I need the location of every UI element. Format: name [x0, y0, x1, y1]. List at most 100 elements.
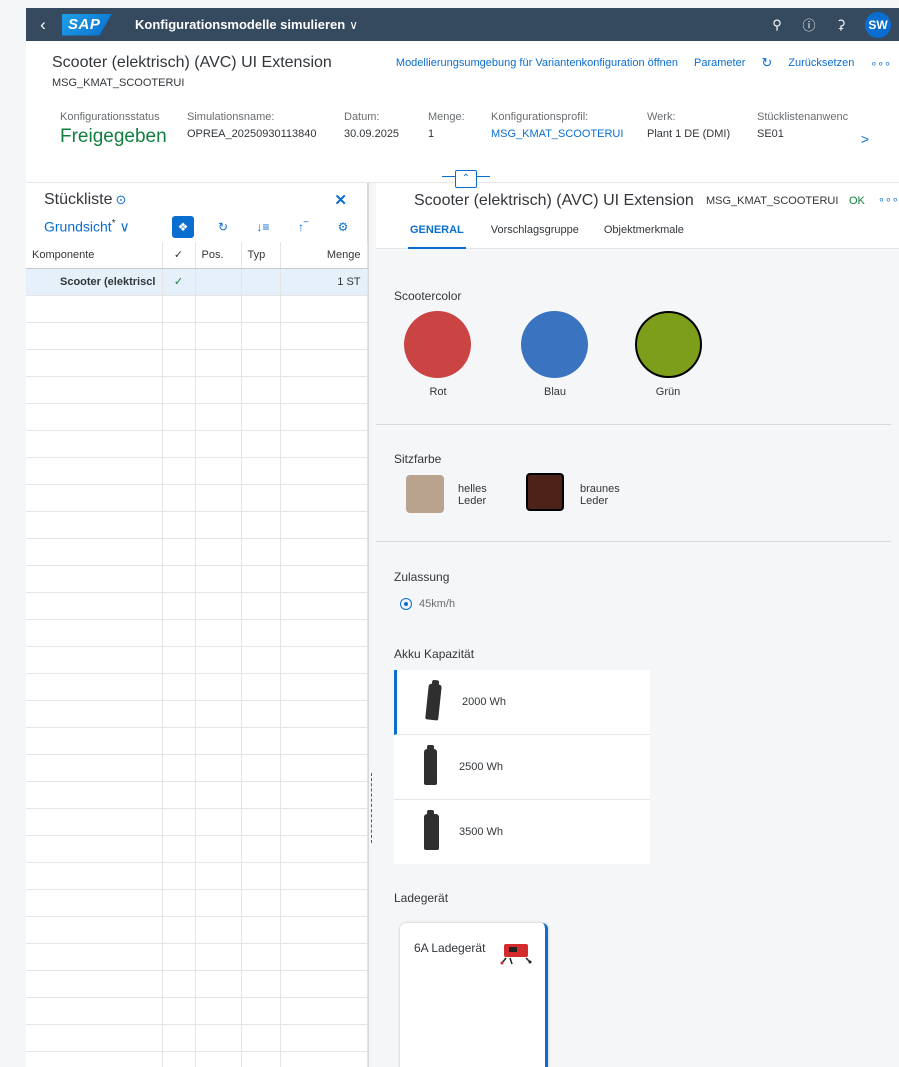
table-cell-empty [241, 538, 281, 566]
table-cell-empty [195, 1051, 242, 1067]
attr-bom-usage: Stücklistenanwenc SE01 [757, 111, 872, 140]
table-cell-empty [280, 1024, 368, 1052]
table-cell-empty [162, 511, 196, 539]
table-cell-empty [195, 808, 242, 836]
attr-plant: Werk: Plant 1 DE (DMI) [647, 111, 730, 140]
close-icon[interactable]: ✕ [334, 191, 347, 209]
sort-ascending-icon[interactable]: ↓≡ [243, 216, 283, 238]
table-cell-empty [280, 322, 368, 350]
table-cell-empty [195, 457, 242, 485]
cell-component: Scooter (elektriscl [26, 268, 163, 296]
table-row-empty [26, 619, 368, 647]
radio-45kmh[interactable] [400, 598, 412, 610]
col-header-type[interactable]: Typ [241, 242, 281, 269]
attr-value: 1 [428, 128, 435, 140]
avatar[interactable]: SW [865, 11, 891, 38]
seat-swatch-helles-leder[interactable] [406, 475, 444, 513]
search-icon[interactable]: ⚲ [763, 17, 791, 33]
config-code: MSG_KMAT_SCOOTERUI [706, 195, 839, 207]
table-cell-empty [241, 916, 281, 944]
col-header-pos[interactable]: Pos. [195, 242, 242, 269]
splitter-grip[interactable] [371, 773, 373, 843]
chevron-right-icon[interactable]: > [861, 131, 869, 147]
zulassung-label: Zulassung [394, 570, 450, 584]
refresh-icon[interactable]: ↻ [203, 216, 243, 238]
hierarchy-icon[interactable]: ❖ [172, 216, 194, 238]
parameter-link[interactable]: Parameter [694, 57, 745, 69]
bom-title-text: Stückliste [44, 191, 113, 208]
charger-card[interactable]: 6A Ladegerät [400, 923, 548, 1067]
collapse-header-button[interactable]: ⌃ [455, 170, 477, 188]
battery-icon [424, 745, 437, 785]
tab-general[interactable]: GENERAL [408, 224, 466, 249]
akku-option-2500[interactable]: 2500 Wh [394, 735, 650, 800]
config-profile-link[interactable]: MSG_KMAT_SCOOTERUI [491, 128, 623, 140]
akku-option-3500[interactable]: 3500 Wh [394, 800, 650, 865]
tab-objektmerkmale[interactable]: Objektmerkmale [604, 224, 684, 249]
color-swatch-blau[interactable] [521, 311, 588, 378]
table-cell-empty [280, 565, 368, 593]
col-header-component[interactable]: Komponente [26, 242, 163, 269]
expand-circle-icon[interactable]: ⊙ [115, 192, 126, 207]
table-cell-empty [280, 619, 368, 647]
col-header-check[interactable]: ✓ [162, 242, 196, 269]
cell-type [241, 268, 281, 296]
table-cell-empty [280, 646, 368, 674]
view-selector[interactable]: Grundsicht* ∨ [44, 218, 130, 236]
table-cell-empty [241, 889, 281, 917]
shell-actions: ⚲ ⓘ ⚳ SW [763, 11, 899, 38]
table-cell-empty [241, 349, 281, 377]
attr-config-status: Konfigurationsstatus Freigegeben [60, 111, 167, 148]
table-cell-empty [241, 727, 281, 755]
seat-label: braunes Leder [580, 483, 640, 507]
table-cell-empty [26, 754, 163, 782]
table-cell-empty [195, 1024, 242, 1052]
attr-label: Konfigurationsprofil: [491, 111, 589, 123]
color-swatch-gruen[interactable] [635, 311, 702, 378]
more-options-icon[interactable]: ∘∘∘ [870, 57, 891, 70]
attr-value: Plant 1 DE (DMI) [647, 128, 731, 140]
sap-logo[interactable]: SAP [62, 13, 112, 36]
charger-icon [500, 944, 532, 965]
table-cell-empty [195, 592, 242, 620]
col-header-quantity[interactable]: Menge [280, 242, 368, 269]
refresh-icon[interactable]: ↻ [761, 55, 772, 71]
tab-vorschlagsgruppe[interactable]: Vorschlagsgruppe [491, 224, 579, 249]
shell-bar: ‹ SAP Konfigurationsmodelle simulieren ∨ … [26, 8, 899, 41]
table-cell-empty [26, 862, 163, 890]
table-cell-empty [241, 565, 281, 593]
reset-link[interactable]: Zurücksetzen [788, 57, 854, 69]
table-cell-empty [162, 322, 196, 350]
table-cell-empty [162, 943, 196, 971]
table-cell-empty [195, 322, 242, 350]
table-cell-empty [280, 835, 368, 863]
table-cell-empty [280, 700, 368, 728]
attr-label: Simulationsname: [187, 111, 275, 123]
panel-splitter[interactable] [368, 183, 375, 1067]
table-row[interactable]: Scooter (elektriscl ✓ 1 ST [26, 268, 368, 296]
table-cell-empty [280, 376, 368, 404]
akku-option-2000[interactable]: 2000 Wh [394, 670, 650, 735]
table-cell-empty [26, 1024, 163, 1052]
notification-bell-icon[interactable]: ⚳ [827, 17, 855, 33]
settings-icon[interactable]: ⚙ [323, 216, 363, 238]
table-cell-empty [195, 538, 242, 566]
app-title[interactable]: Konfigurationsmodelle simulieren ∨ [135, 17, 358, 32]
table-cell-empty [280, 673, 368, 701]
table-cell-empty [280, 970, 368, 998]
seat-swatch-braunes-leder[interactable] [526, 473, 564, 511]
collapse-all-icon[interactable]: ↑‾ [283, 216, 323, 238]
table-cell-empty [162, 700, 196, 728]
table-cell-empty [241, 754, 281, 782]
color-swatch-rot[interactable] [404, 311, 471, 378]
table-cell-empty [26, 295, 163, 323]
color-label: Grün [655, 386, 681, 398]
table-cell-empty [26, 592, 163, 620]
table-row-empty [26, 430, 368, 458]
open-modeling-environment-link[interactable]: Modellierungsumgebung für Variantenkonfi… [396, 57, 678, 69]
back-button[interactable]: ‹ [26, 15, 60, 35]
akku-option-label: 2500 Wh [459, 761, 504, 773]
table-cell-empty [280, 943, 368, 971]
help-icon[interactable]: ⓘ [795, 15, 823, 34]
more-options-icon[interactable]: ∘∘∘ [878, 193, 899, 206]
